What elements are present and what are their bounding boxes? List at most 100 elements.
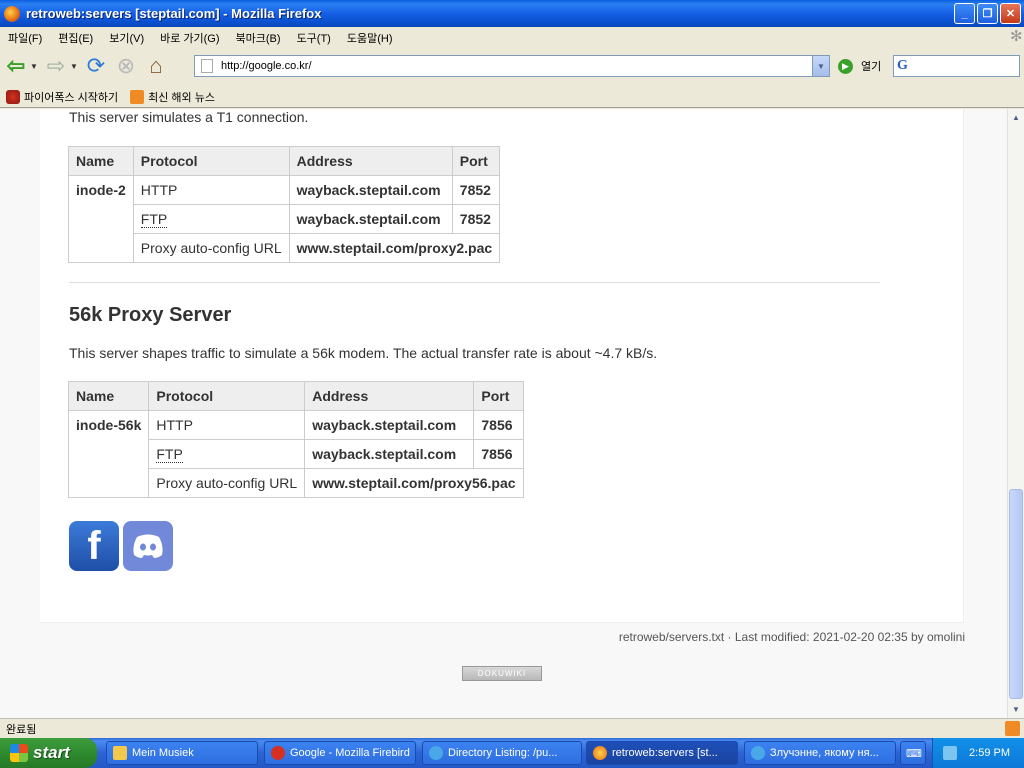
facebook-icon[interactable]: f [69,521,119,571]
menu-help[interactable]: 도움말(H) [339,30,401,46]
last-modified-text: retroweb/servers.txt · Last modified: 20… [618,630,965,644]
go-label: 열기 [861,61,882,73]
t1-description: This server simulates a T1 connection. [69,109,309,125]
ie-icon [751,746,765,760]
k56-server-table: Name Protocol Address Port inode-56k HTT… [67,381,524,498]
discord-icon[interactable] [123,521,173,571]
window-title: retroweb:servers [steptail.com] - Mozill… [26,6,322,21]
firefox-icon [4,5,20,22]
url-text: http://google.co.kr/ [221,60,312,72]
address-cell: wayback.steptail.com [288,175,453,205]
vertical-scrollbar[interactable]: ▲ ▼ [1007,109,1024,718]
restore-button[interactable]: ❐ [977,3,998,24]
column-header-port: Port [451,146,501,176]
title-bar: retroweb:servers [steptail.com] - Mozill… [0,0,1024,27]
google-icon[interactable]: G [897,58,908,74]
menu-file[interactable]: 파일(F) [0,30,50,46]
page-content: This server simulates a T1 connection. N… [0,109,1007,718]
column-header-address: Address [288,146,453,176]
table-row: FTP wayback.steptail.com 7852 [69,204,501,234]
protocol-cell: Proxy auto-config URL [132,233,290,263]
firebird-icon [271,746,285,760]
port-cell: 7852 [451,175,501,205]
address-cell: wayback.steptail.com [288,204,453,234]
bookmarks-toolbar: 파이어폭스 시작하기 최신 해외 뉴스 [0,86,1024,108]
start-button[interactable]: start [0,738,97,768]
rss-icon [130,89,145,104]
scrollbar-thumb[interactable] [1009,489,1023,699]
menu-tools[interactable]: 도구(T) [289,30,339,46]
forward-arrow-icon[interactable]: ⇨ [42,52,70,80]
menu-bookmarks[interactable]: 북마크(B) [228,30,289,46]
protocol-abbr: FTP [140,211,168,228]
section-divider [69,282,880,283]
column-header-port: Port [473,381,524,411]
bookmark-latest-news[interactable]: 최신 해외 뉴스 [124,89,215,105]
section-description: This server shapes traffic to simulate a… [69,345,658,361]
table-header-row: Name Protocol Address Port [68,146,501,176]
protocol-cell: HTTP [132,175,290,205]
status-text: 완료됨 [6,723,37,736]
address-cell: wayback.steptail.com [304,439,475,469]
home-icon[interactable]: ⌂ [142,52,170,80]
protocol-cell: HTTP [148,410,306,440]
rss-icon[interactable] [1005,721,1020,736]
keyboard-icon[interactable]: ⌨ [900,741,926,765]
scroll-down-icon[interactable]: ▼ [1008,701,1024,718]
bookmark-label: 파이어폭스 시작하기 [24,91,119,104]
discord-logo [133,534,163,558]
protocol-abbr: FTP [156,446,183,463]
taskbar-item[interactable]: Directory Listing: /pu... [422,741,582,765]
taskbar-item[interactable]: Mein Musiek [106,741,258,765]
dokuwiki-badge[interactable]: DOKUWIKI [462,666,542,681]
search-input[interactable]: G [893,55,1020,77]
stop-icon[interactable]: ⊗ [112,52,140,80]
taskbar-item[interactable]: Google - Mozilla Firebird [264,741,416,765]
reload-icon[interactable]: ⟳ [82,52,110,80]
column-header-protocol: Protocol [148,381,306,411]
table-row: Proxy auto-config URL www.steptail.com/p… [69,233,501,263]
menu-go[interactable]: 바로 가기(G) [152,30,227,46]
address-cell: www.steptail.com/proxy56.pac [304,468,524,498]
taskbar-item-active[interactable]: retroweb:servers [st... [586,741,738,765]
address-bar[interactable]: http://google.co.kr/ ▼ [194,55,830,77]
column-header-protocol: Protocol [132,146,290,176]
scroll-up-icon[interactable]: ▲ [1008,109,1024,126]
table-row: inode-56k HTTP wayback.steptail.com 7856 [67,410,524,498]
protocol-cell: FTP [148,439,306,469]
server-name: inode-2 [68,175,134,263]
folder-icon [113,746,127,760]
protocol-cell: Proxy auto-config URL [148,468,306,498]
port-cell: 7856 [473,439,524,469]
server-name: inode-56k [67,410,150,498]
table-row: inode-2 HTTP wayback.steptail.com 7852 [68,175,501,263]
taskbar-item[interactable]: Злучэнне, якому ня... [744,741,896,765]
clock: 2:59 PM [969,747,1010,759]
page-icon [201,59,213,73]
column-header-name: Name [67,381,150,411]
back-arrow-icon[interactable]: ⇦ [2,52,30,80]
url-dropdown-icon[interactable]: ▼ [812,56,829,76]
column-header-address: Address [304,381,475,411]
menu-edit[interactable]: 편집(E) [50,30,101,46]
windows-logo-icon [10,744,28,762]
menu-view[interactable]: 보기(V) [101,30,152,46]
address-cell: wayback.steptail.com [304,410,475,440]
go-arrow-icon: ▶ [838,58,853,74]
firefox-icon [593,746,607,760]
address-cell: www.steptail.com/proxy2.pac [288,233,501,263]
throbber-icon: ✻ [1010,28,1023,45]
system-tray: 2:59 PM [932,738,1024,768]
table-header-row: Name Protocol Address Port [67,381,524,411]
network-icon[interactable] [943,746,958,760]
close-button[interactable]: ✕ [1000,3,1021,24]
section-heading: 56k Proxy Server [69,304,232,326]
t1-server-table: Name Protocol Address Port inode-2 HTTP … [68,146,501,263]
taskbar-item-label: Mein Musiek [132,747,194,759]
bookmark-firefox-start[interactable]: 파이어폭스 시작하기 [0,89,118,105]
forward-dropdown-icon[interactable]: ▼ [70,62,80,71]
minimize-button[interactable]: _ [954,3,975,24]
taskbar-item-label: Directory Listing: /pu... [448,747,558,759]
go-button[interactable]: ▶ 열기 [838,58,881,74]
back-dropdown-icon[interactable]: ▼ [30,62,40,71]
